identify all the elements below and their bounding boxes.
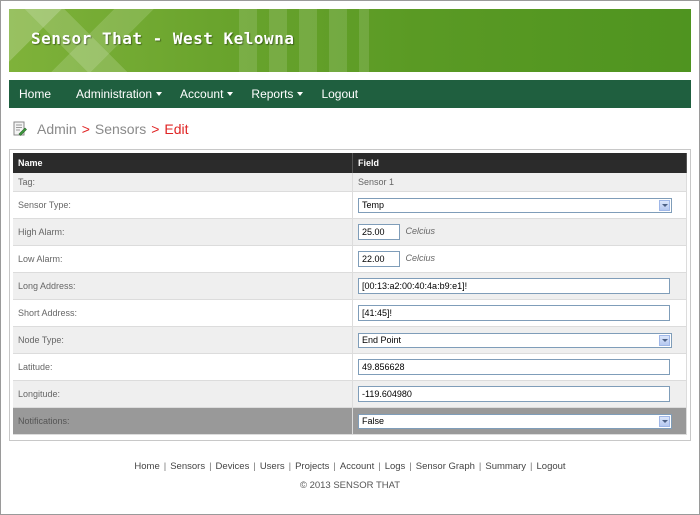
breadcrumb-sensors[interactable]: Sensors: [95, 121, 146, 137]
long-address-cell: [00:13:a2:00:40:4a:b9:e1]!: [352, 272, 687, 300]
notifications-selected: False: [362, 416, 385, 426]
footer-separator: |: [409, 461, 412, 472]
footer-link-sensors[interactable]: Sensors: [170, 461, 205, 472]
notifications-cell: False: [352, 407, 687, 435]
footer-separator: |: [209, 461, 212, 472]
latitude-cell: 49.856628: [352, 353, 687, 381]
breadcrumb-separator: >: [151, 121, 160, 137]
footer-link-projects[interactable]: Projects: [295, 461, 329, 472]
caret-down-icon: [156, 92, 163, 96]
footer-separator: |: [530, 461, 533, 472]
caret-down-icon: [227, 92, 234, 96]
table-row: Short Address: [41:45]!: [13, 299, 687, 327]
breadcrumb-current: Edit: [164, 121, 189, 137]
nav-reports[interactable]: Reports: [242, 87, 312, 101]
nav-home-label: Home: [19, 87, 52, 101]
copyright: © 2013 SENSOR THAT: [299, 480, 401, 491]
footer-link-home[interactable]: Home: [134, 461, 159, 472]
short-address-label: Short Address:: [13, 299, 353, 327]
table-row: Latitude: 49.856628: [13, 353, 687, 381]
sensor-type-select[interactable]: Temp: [358, 197, 672, 213]
nav-reports-label: Reports: [251, 87, 294, 101]
node-type-select[interactable]: End Point: [358, 332, 672, 348]
footer-link-users[interactable]: Users: [260, 461, 285, 472]
table-row: Sensor Type: Temp: [13, 191, 687, 219]
breadcrumb-admin[interactable]: Admin: [37, 121, 77, 137]
node-type-cell: End Point: [352, 326, 687, 354]
footer-separator: |: [478, 461, 482, 472]
table-row: Longitude: -119.604980: [13, 380, 687, 408]
header-banner: Sensor That - West Kelowna: [9, 9, 691, 72]
high-alarm-input[interactable]: 25.00: [358, 224, 400, 240]
tag-label: Tag:: [13, 173, 353, 192]
low-alarm-unit: Celcius: [405, 253, 436, 264]
notifications-label: Notifications:: [13, 407, 353, 435]
notifications-select[interactable]: False: [358, 413, 672, 429]
footer-separator: |: [333, 461, 336, 472]
latitude-label: Latitude:: [13, 353, 353, 381]
short-address-input[interactable]: [41:45]!: [358, 305, 670, 321]
footer-separator: |: [253, 461, 256, 472]
sensor-type-selected: Temp: [362, 200, 385, 210]
node-type-label: Node Type:: [13, 326, 353, 354]
breadcrumb-separator: >: [81, 121, 90, 137]
chevron-down-icon[interactable]: [659, 415, 670, 427]
footer-separator: |: [288, 461, 292, 472]
footer-link-sensor-graph[interactable]: Sensor Graph: [416, 461, 475, 472]
table-row: Long Address: [00:13:a2:00:40:4a:b9:e1]!: [13, 272, 687, 300]
footer-link-devices[interactable]: Devices: [216, 461, 250, 472]
footer-link-account[interactable]: Account: [340, 461, 374, 472]
column-header-field: Field: [352, 153, 687, 173]
nav-administration[interactable]: Administration: [67, 87, 171, 101]
table-row: Tag: Sensor 1: [13, 173, 687, 192]
caret-down-icon: [297, 92, 304, 96]
high-alarm-cell: 25.00 Celcius: [352, 218, 687, 246]
low-alarm-cell: 22.00 Celcius: [352, 245, 687, 273]
low-alarm-label: Low Alarm:: [13, 245, 353, 273]
footer-separator: |: [378, 461, 381, 472]
footer-nav: Home | Sensors | Devices | Users | Projects | Acco…: [0, 461, 700, 472]
footer-separator: |: [163, 461, 167, 472]
chevron-down-icon[interactable]: [659, 334, 670, 346]
longitude-input[interactable]: -119.604980: [358, 386, 670, 402]
low-alarm-input[interactable]: 22.00: [358, 251, 400, 267]
high-alarm-unit: Celcius: [405, 226, 436, 237]
high-alarm-label: High Alarm:: [13, 218, 353, 246]
node-type-selected: End Point: [362, 335, 402, 345]
longitude-cell: -119.604980: [352, 380, 687, 408]
breadcrumb: Admin > Sensors > Edit: [13, 119, 189, 139]
longitude-label: Longitude:: [13, 380, 353, 408]
long-address-label: Long Address:: [13, 272, 353, 300]
long-address-input[interactable]: [00:13:a2:00:40:4a:b9:e1]!: [358, 278, 670, 294]
table-row: High Alarm: 25.00 Celcius: [13, 218, 687, 246]
nav-logout-label: Logout: [321, 87, 359, 101]
nav-account-label: Account: [180, 87, 224, 101]
edit-page-icon: [13, 121, 27, 137]
table-header-row: Name Field: [13, 153, 687, 173]
tag-value: Sensor 1: [352, 173, 687, 192]
footer-link-logs[interactable]: Logs: [385, 461, 406, 472]
table-row: Node Type: End Point: [13, 326, 687, 354]
nav-logout[interactable]: Logout: [312, 87, 367, 101]
chevron-down-icon[interactable]: [659, 199, 670, 211]
footer-link-summary[interactable]: Summary: [485, 461, 526, 472]
table-row: Notifications: False: [13, 407, 687, 435]
nav-home[interactable]: Home: [9, 87, 67, 101]
sensor-type-label: Sensor Type:: [13, 191, 353, 219]
nav-account[interactable]: Account: [171, 87, 242, 101]
table-row: Low Alarm: 22.00 Celcius: [13, 245, 687, 273]
footer-link-logout[interactable]: Logout: [537, 461, 566, 472]
column-header-name: Name: [13, 153, 353, 173]
sensor-type-cell: Temp: [352, 191, 687, 219]
latitude-input[interactable]: 49.856628: [358, 359, 670, 375]
sensor-edit-form: Name Field Tag: Sensor 1 Sensor Type: Te…: [9, 149, 691, 441]
short-address-cell: [41:45]!: [352, 299, 687, 327]
main-nav: Home Administration Account Reports Logo…: [9, 80, 691, 108]
sensor-edit-table: Name Field Tag: Sensor 1 Sensor Type: Te…: [13, 153, 687, 435]
site-title: Sensor That - West Kelowna: [31, 29, 295, 48]
nav-administration-label: Administration: [76, 87, 153, 101]
